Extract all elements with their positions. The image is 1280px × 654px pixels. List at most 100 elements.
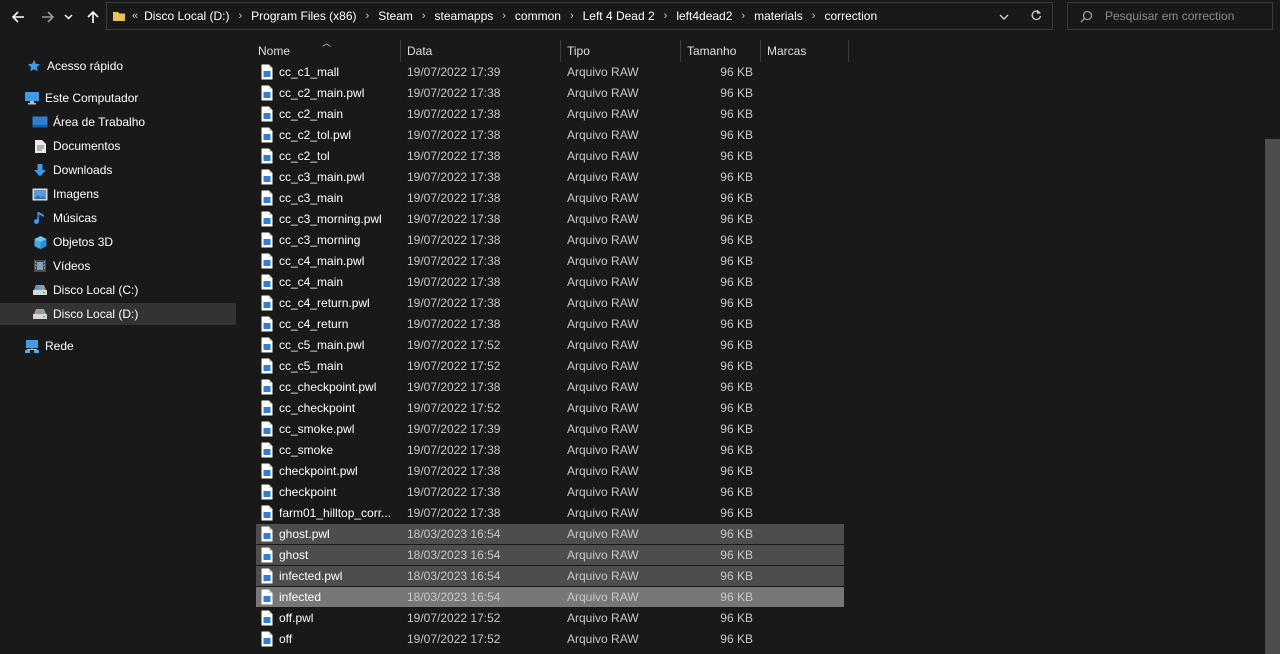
file-row[interactable]: off.pwl 19/07/2022 17:52 Arquivo RAW 96 KB [256,608,844,628]
file-name: off.pwl [279,611,314,625]
column-divider[interactable] [400,40,401,62]
nav-quick-access[interactable]: Acesso rápido [0,55,236,77]
nav-label: Rede [45,339,74,353]
folder-icon [113,12,125,21]
raw-file-icon [261,358,273,374]
file-row[interactable]: cc_c3_morning 19/07/2022 17:38 Arquivo RAW… [256,230,844,250]
breadcrumb-separator[interactable]: › [366,10,370,22]
file-row[interactable]: cc_c4_return 19/07/2022 17:38 Arquivo RAW 9… [256,314,844,334]
raw-file-icon [261,337,273,353]
refresh-button[interactable] [1020,9,1052,24]
file-size: 96 KB [720,128,753,142]
column-header-tags[interactable]: Marcas [767,40,847,62]
file-row[interactable]: ghost 18/03/2023 16:54 Arquivo RAW 96 KB [256,545,844,565]
nav-label: Imagens [53,187,100,201]
file-name: checkpoint [279,485,337,499]
file-row[interactable]: cc_c2_tol.pwl 19/07/2022 17:38 Arquivo RAW… [256,125,844,145]
recent-locations-button[interactable] [61,6,75,28]
raw-file-icon [261,400,273,416]
nav-pictures[interactable]: Imagens [0,183,236,205]
forward-button[interactable] [37,6,59,28]
breadcrumb-separator[interactable]: › [664,10,668,22]
file-row[interactable]: cc_c2_main.pwl 19/07/2022 17:38 Arquivo RA… [256,83,844,103]
scrollbar-thumb[interactable] [1265,139,1280,654]
file-date: 19/07/2022 17:38 [407,254,501,268]
breadcrumb-left4dead2[interactable]: left4dead2 [676,9,732,23]
file-row[interactable]: checkpoint.pwl 19/07/2022 17:38 Arquivo RA… [256,461,844,481]
file-row[interactable]: cc_c3_main 19/07/2022 17:38 Arquivo RAW 96 … [256,188,844,208]
file-type: Arquivo RAW [567,275,639,289]
breadcrumb-disco-d[interactable]: Disco Local (D:) [144,9,229,23]
file-row[interactable]: cc_checkpoint.pwl 19/07/2022 17:38 Arquivo… [256,377,844,397]
nav-music[interactable]: Músicas [0,207,236,229]
breadcrumb-common[interactable]: common [515,9,561,23]
file-name: cc_c2_main [279,107,344,121]
file-type: Arquivo RAW [567,338,639,352]
file-row[interactable]: cc_smoke.pwl 19/07/2022 17:39 Arquivo RAW 9… [256,419,844,439]
nav-this-pc[interactable]: Este Computador [0,87,236,109]
file-row[interactable]: infected 18/03/2023 16:54 Arquivo RAW 96 KB [256,587,844,607]
nav-desktop[interactable]: Área de Trabalho [0,111,236,133]
file-row[interactable]: cc_c4_return.pwl 19/07/2022 17:38 Arquivo … [256,293,844,313]
back-button[interactable] [7,6,29,28]
file-row[interactable]: infected.pwl 18/03/2023 16:54 Arquivo RAW 9… [256,566,844,586]
file-row[interactable]: cc_c1_mall 19/07/2022 17:39 Arquivo RAW 96 … [256,62,844,82]
raw-file-icon [261,505,273,521]
column-divider[interactable] [848,40,849,62]
documents-icon [32,138,48,154]
address-bar[interactable]: « Disco Local (D:) › Program Files (x86)… [106,2,1053,30]
file-name: cc_c4_main [279,275,344,289]
file-row[interactable]: off 19/07/2022 17:52 Arquivo RAW 96 KB [256,629,844,649]
breadcrumb-correction[interactable]: correction [824,9,877,23]
raw-file-icon [261,211,273,227]
up-button[interactable] [82,6,104,28]
search-box[interactable]: Pesquisar em correction [1067,2,1273,30]
breadcrumb-left-4-dead-2[interactable]: Left 4 Dead 2 [583,9,655,23]
column-header-size[interactable]: Tamanho [687,40,759,62]
file-row[interactable]: cc_smoke 19/07/2022 17:38 Arquivo RAW 96 KB [256,440,844,460]
file-row[interactable]: checkpoint 19/07/2022 17:38 Arquivo RAW 96 … [256,482,844,502]
column-header-date[interactable]: Data [407,40,560,62]
address-history-button[interactable] [988,9,1020,23]
file-name: ghost [279,548,309,562]
nav-documents[interactable]: Documentos [0,135,236,157]
file-row[interactable]: cc_c4_main.pwl 19/07/2022 17:38 Arquivo RA… [256,251,844,271]
breadcrumb-separator[interactable]: › [502,10,506,22]
file-row[interactable]: cc_c2_tol 19/07/2022 17:38 Arquivo RAW 96 K… [256,146,844,166]
overflow-chevron[interactable]: « [132,10,138,22]
file-row[interactable]: farm01_hilltop_corr... 19/07/2022 17:38 Ar… [256,503,844,523]
file-date: 19/07/2022 17:38 [407,485,501,499]
file-row[interactable]: ghost.pwl 18/03/2023 16:54 Arquivo RAW 96 K… [256,524,844,544]
column-divider[interactable] [680,40,681,62]
breadcrumb-separator[interactable]: › [422,10,426,22]
breadcrumb-steamapps[interactable]: steamapps [435,9,494,23]
breadcrumb-separator[interactable]: › [238,10,242,22]
file-row[interactable]: cc_c5_main.pwl 19/07/2022 17:52 Arquivo RA… [256,335,844,355]
raw-file-icon [261,274,273,290]
nav-local-disk-c[interactable]: Disco Local (C:) [0,279,236,301]
breadcrumb-steam[interactable]: Steam [378,9,413,23]
column-divider[interactable] [760,40,761,62]
nav-local-disk-d[interactable]: Disco Local (D:) [0,303,236,325]
nav-3d-objects[interactable]: Objetos 3D [0,231,236,253]
file-name: cc_c2_tol.pwl [279,128,352,142]
nav-downloads[interactable]: Downloads [0,159,236,181]
column-header-name[interactable]: Nome [258,40,400,62]
file-size: 96 KB [720,569,753,583]
file-row[interactable]: cc_checkpoint 19/07/2022 17:52 Arquivo RAW… [256,398,844,418]
file-row[interactable]: cc_c3_morning.pwl 19/07/2022 17:38 Arquivo… [256,209,844,229]
column-divider[interactable] [560,40,561,62]
column-header-type[interactable]: Tipo [567,40,679,62]
nav-videos[interactable]: Vídeos [0,255,236,277]
breadcrumb-program-files[interactable]: Program Files (x86) [251,9,356,23]
nav-network[interactable]: Rede [0,335,236,357]
breadcrumb-separator[interactable]: › [570,10,574,22]
file-date: 19/07/2022 17:38 [407,233,501,247]
file-row[interactable]: cc_c5_main 19/07/2022 17:52 Arquivo RAW 96 … [256,356,844,376]
breadcrumb-separator[interactable]: › [812,10,816,22]
file-row[interactable]: cc_c3_main.pwl 19/07/2022 17:38 Arquivo RA… [256,167,844,187]
file-row[interactable]: cc_c4_main 19/07/2022 17:38 Arquivo RAW 96 … [256,272,844,292]
file-row[interactable]: cc_c2_main 19/07/2022 17:38 Arquivo RAW 96 … [256,104,844,124]
breadcrumb-separator[interactable]: › [741,10,745,22]
breadcrumb-materials[interactable]: materials [754,9,803,23]
